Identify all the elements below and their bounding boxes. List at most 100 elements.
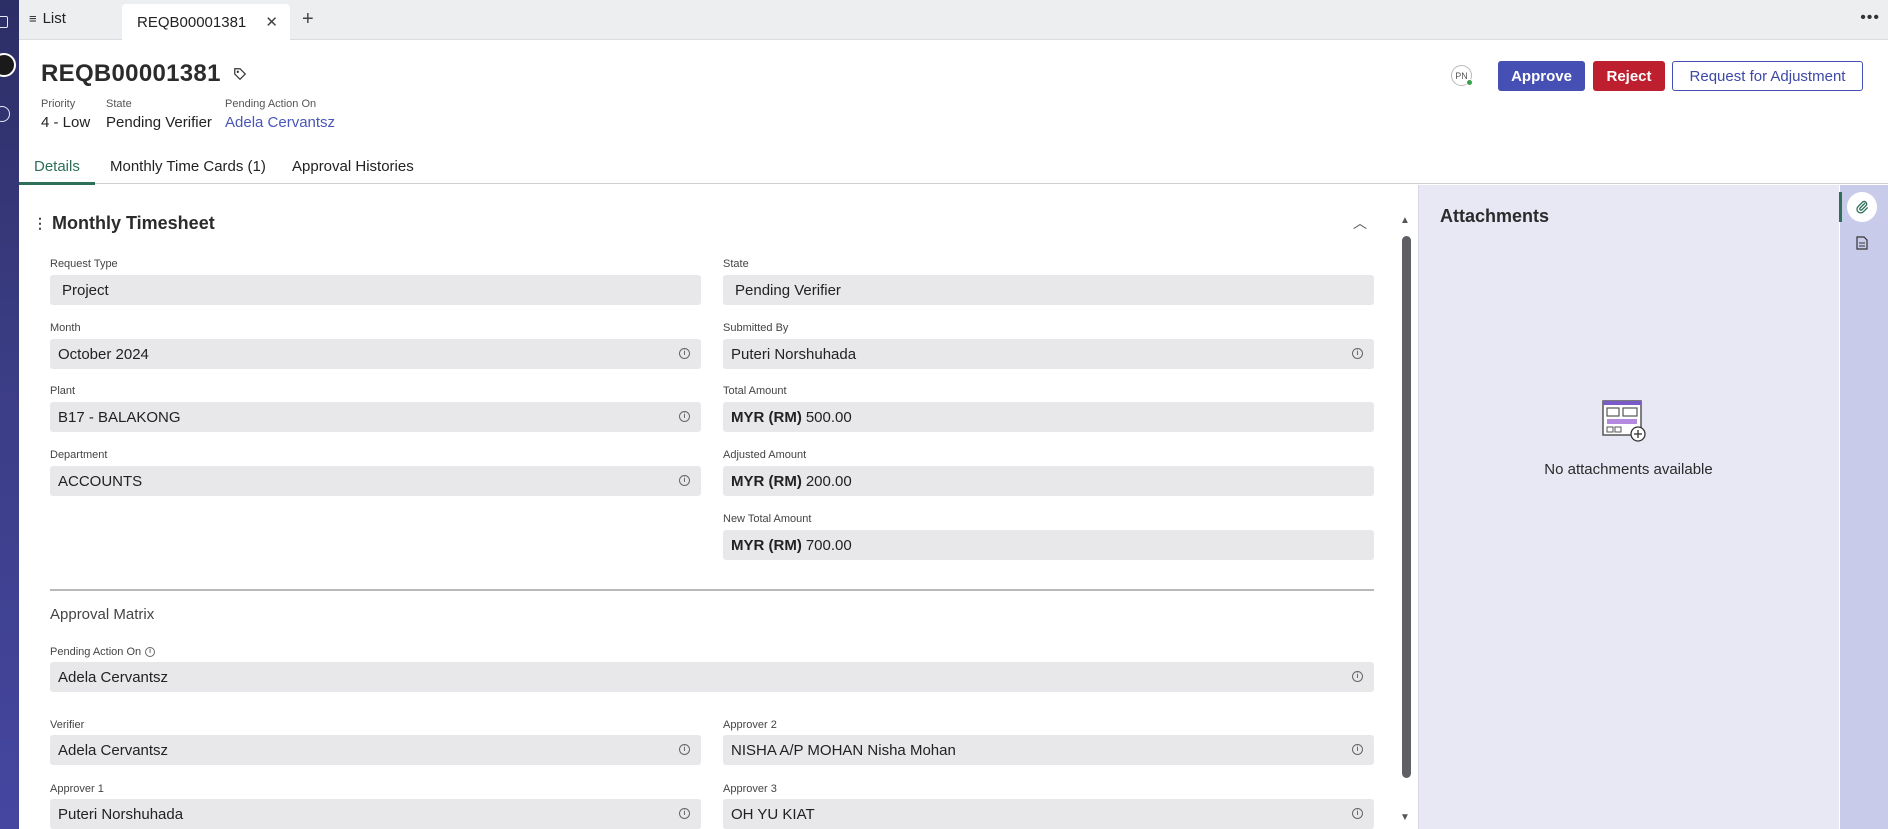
add-tab-icon[interactable]: + [302, 8, 314, 31]
info-icon[interactable]: i [1352, 671, 1363, 682]
state-label: State [106, 98, 132, 110]
no-attachments-text: No attachments available [1544, 461, 1713, 478]
list-icon: ≡ [29, 11, 37, 26]
department-field[interactable]: ACCOUNTS i [50, 466, 701, 496]
approval-pending-field[interactable]: Adela Cervantsz i [50, 662, 1374, 692]
approver3-label: Approver 3 [723, 783, 777, 795]
approval-pending-label: Pending Action On [50, 646, 142, 658]
list-tab-label: List [42, 10, 66, 27]
total-amount-field[interactable]: MYR (RM) 500.00 [723, 402, 1374, 432]
approver2-label: Approver 2 [723, 719, 777, 731]
approver2-value: NISHA A/P MOHAN Nisha Mohan [731, 741, 956, 759]
department-label: Department [50, 449, 108, 461]
section-divider [50, 589, 1374, 591]
more-options-icon[interactable]: ••• [1860, 9, 1880, 27]
record-tab-label: REQB00001381 [137, 13, 247, 31]
close-icon[interactable]: ✕ [265, 13, 278, 31]
section-title: Monthly Timesheet [52, 213, 215, 233]
approver3-field[interactable]: OH YU KIAT i [723, 799, 1374, 829]
month-label: Month [50, 322, 81, 334]
nav-icon[interactable] [0, 106, 10, 122]
avatar[interactable]: PN [1451, 65, 1473, 86]
approve-button[interactable]: Approve [1498, 61, 1585, 91]
approver2-field[interactable]: NISHA A/P MOHAN Nisha Mohan i [723, 735, 1374, 765]
total-amount-currency: MYR (RM) [731, 408, 802, 426]
tab-approval-histories[interactable]: Approval Histories [292, 158, 414, 175]
department-value: ACCOUNTS [58, 472, 143, 490]
request-type-field[interactable]: Project [50, 275, 701, 305]
pending-user-link[interactable]: Adela Cervantsz [225, 114, 335, 131]
paperclip-icon [1856, 200, 1868, 214]
document-icon [1856, 236, 1868, 250]
info-icon[interactable]: i [679, 744, 690, 755]
approval-pending-label-row: Pending Action On i [50, 646, 156, 658]
submitted-by-label: Submitted By [723, 322, 789, 334]
home-icon[interactable] [0, 16, 8, 28]
priority-meta: Priority 4 - Low [41, 98, 90, 131]
request-type-value: Project [62, 281, 109, 299]
record-tab[interactable]: REQB00001381 ✕ [122, 4, 290, 40]
info-icon[interactable]: i [145, 647, 156, 657]
info-icon[interactable]: i [679, 411, 690, 422]
document-side-button[interactable] [1847, 228, 1877, 258]
tab-monthly-time-cards[interactable]: Monthly Time Cards (1) [110, 158, 266, 175]
total-amount-value: 500.00 [805, 408, 852, 426]
info-icon[interactable]: i [679, 475, 690, 486]
active-side-indicator [1839, 192, 1842, 222]
verifier-field[interactable]: Adela Cervantsz i [50, 735, 701, 765]
state-field-value: Pending Verifier [735, 281, 841, 299]
attachments-panel [1418, 185, 1839, 829]
avatar-initials: PN [1455, 70, 1468, 81]
empty-attachments-icon [1602, 400, 1646, 442]
record-title-text: REQB00001381 [41, 60, 221, 87]
info-icon[interactable]: i [679, 808, 690, 819]
attachments-title: Attachments [1440, 206, 1550, 226]
state-field[interactable]: Pending Verifier [723, 275, 1374, 305]
info-icon[interactable]: i [1352, 808, 1363, 819]
priority-label: Priority [41, 98, 76, 110]
verifier-value: Adela Cervantsz [58, 741, 169, 759]
submitted-by-field[interactable]: Puteri Norshuhada i [723, 339, 1374, 369]
collapse-chevron-icon[interactable]: ︿ [1353, 213, 1367, 233]
state-field-label: State [723, 258, 749, 270]
info-icon[interactable]: i [1352, 348, 1363, 359]
adjusted-amount-label: Adjusted Amount [723, 449, 807, 461]
new-total-field[interactable]: MYR (RM) 700.00 [723, 530, 1374, 560]
approver1-field[interactable]: Puteri Norshuhada i [50, 799, 701, 829]
scroll-up-arrow[interactable]: ▲ [1400, 215, 1410, 226]
scrollbar-thumb[interactable] [1402, 236, 1411, 778]
adjusted-amount-value: 200.00 [805, 472, 852, 490]
approval-pending-value: Adela Cervantsz [58, 668, 169, 686]
state-meta: State Pending Verifier [106, 98, 212, 131]
verifier-label: Verifier [50, 719, 85, 731]
approver3-value: OH YU KIAT [731, 805, 815, 823]
request-adjustment-button[interactable]: Request for Adjustment [1672, 61, 1863, 91]
approver1-label: Approver 1 [50, 783, 104, 795]
new-total-value: 700.00 [805, 536, 852, 554]
scroll-down-arrow[interactable]: ▼ [1400, 812, 1410, 823]
pending-label: Pending Action On [225, 98, 317, 110]
online-status-dot [1466, 79, 1473, 86]
app-root: ≡ List REQB00001381 ✕ + ••• REQB00001381… [0, 0, 1888, 829]
right-side-toolbar [1840, 185, 1888, 829]
section-menu-icon[interactable]: ⋮ [33, 215, 47, 232]
submitted-by-value: Puteri Norshuhada [731, 345, 857, 363]
record-title: REQB00001381 [41, 60, 247, 88]
approval-matrix-title: Approval Matrix [50, 606, 155, 623]
attachments-side-button[interactable] [1847, 192, 1877, 222]
month-field[interactable]: October 2024 i [50, 339, 701, 369]
info-icon[interactable]: i [1352, 744, 1363, 755]
reject-button[interactable]: Reject [1593, 61, 1665, 91]
new-total-label: New Total Amount [723, 513, 812, 525]
info-icon[interactable]: i [679, 348, 690, 359]
state-value: Pending Verifier [106, 114, 212, 131]
tab-details[interactable]: Details [34, 158, 80, 175]
adjusted-amount-field[interactable]: MYR (RM) 200.00 [723, 466, 1374, 496]
request-type-label: Request Type [50, 258, 118, 270]
list-tab[interactable]: ≡ List [29, 10, 66, 27]
tag-icon[interactable] [233, 67, 247, 81]
menu-icon[interactable] [0, 53, 16, 77]
priority-value: 4 - Low [41, 114, 91, 131]
tab-strip: ≡ List REQB00001381 ✕ + ••• [19, 0, 1888, 40]
plant-field[interactable]: B17 - BALAKONG i [50, 402, 701, 432]
